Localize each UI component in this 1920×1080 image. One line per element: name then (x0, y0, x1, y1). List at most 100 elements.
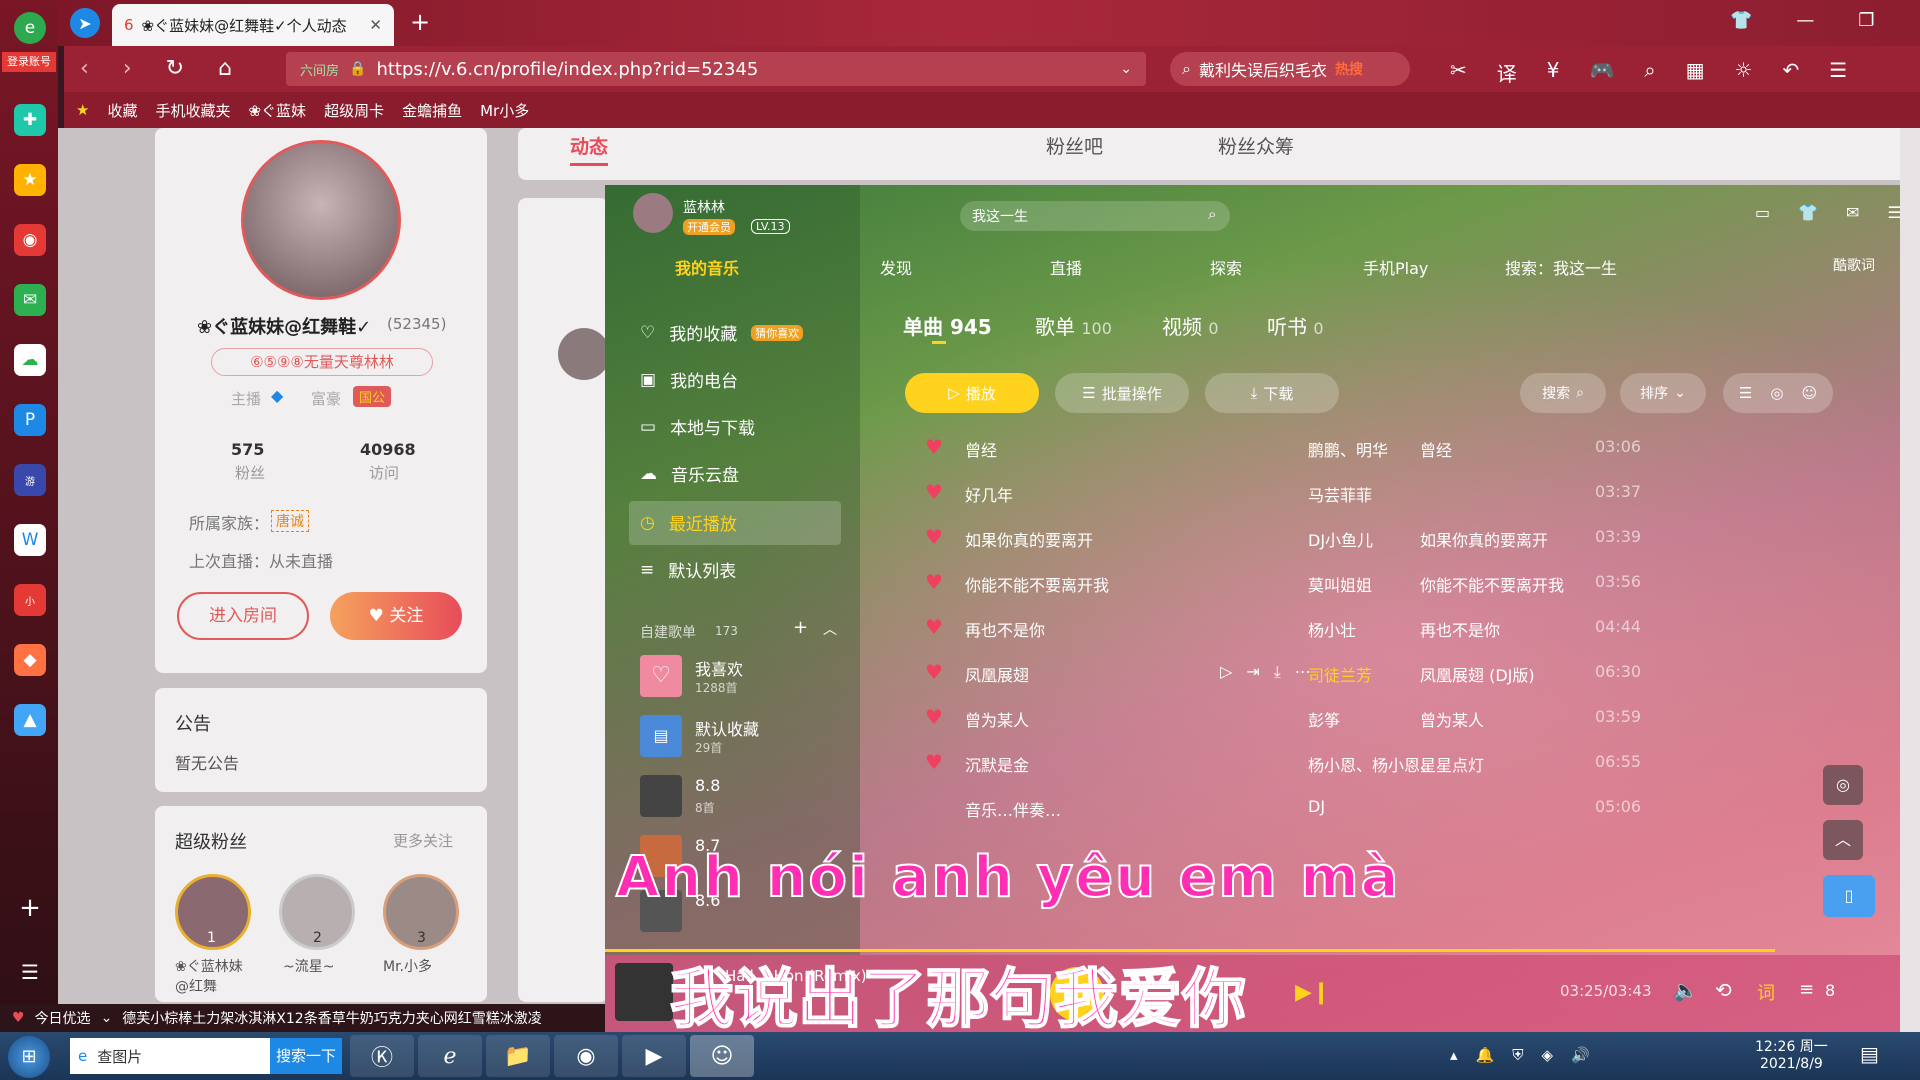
track-album[interactable]: 再也不是你 (1420, 617, 1500, 641)
p-app-icon[interactable]: P (14, 404, 46, 436)
play-all-button[interactable]: ▷ 播放 (905, 373, 1039, 413)
coupon-icon[interactable]: ¥ (1547, 58, 1560, 87)
track-row[interactable]: ♥ 沉默是金 杨小恩、杨小恩、 星星点灯 06:55 (915, 742, 1905, 782)
heart-icon[interactable]: ♥ (925, 480, 943, 504)
playlist-name[interactable]: 8.8 (695, 776, 720, 795)
menu-icon[interactable]: ☰ (1829, 58, 1847, 87)
next-play-icon[interactable]: ⇥ (1246, 662, 1259, 682)
view-switch[interactable]: ☰ ◎ ☺ (1723, 373, 1833, 413)
nav-live[interactable]: 直播 (1050, 255, 1082, 279)
heart-icon[interactable]: ♥ (925, 750, 943, 774)
refresh-icon[interactable]: ↻ (166, 56, 184, 81)
track-artist[interactable]: 鹏鹏、明华 (1308, 437, 1388, 461)
menu-favorites[interactable]: ♡ 我的收藏 猜你喜欢 (640, 320, 804, 345)
back-icon[interactable]: ‹ (80, 56, 89, 81)
taskbar-search[interactable]: e 查图片 (70, 1038, 270, 1074)
desktop-lyric-vietnamese[interactable]: Anh nói anh yêu em mà (615, 844, 1400, 911)
add-icon[interactable]: + (14, 892, 46, 924)
play-icon[interactable]: ▷ (1220, 662, 1232, 682)
game3-icon[interactable]: ▲ (14, 704, 46, 736)
track-row[interactable]: 音乐…伴奏… DJ 05:06 (915, 787, 1905, 827)
browser-search-box[interactable]: ⌕ 戴利失误后织毛衣 热搜 (1170, 52, 1410, 86)
more-follow-link[interactable]: 更多关注 (393, 830, 453, 851)
network-icon[interactable]: ◈ (1541, 1046, 1553, 1064)
start-button[interactable]: ⊞ (8, 1036, 50, 1078)
home-icon[interactable]: ⌂ (218, 56, 232, 81)
scroll-top-icon[interactable]: ︿ (1823, 820, 1863, 860)
volume-icon[interactable]: 🔊 (1571, 1046, 1590, 1064)
clock[interactable]: 12:26 周一 2021/8/9 (1755, 1036, 1828, 1072)
avatar[interactable] (241, 140, 401, 300)
app-icon[interactable]: ☺ (690, 1035, 754, 1077)
ad-text[interactable]: 德芙小棕棒土力架冰淇淋X12条香草牛奶巧克力夹心网红雪糕冰激凌 (122, 1008, 541, 1028)
plugin-icon[interactable]: ✚ (14, 104, 46, 136)
shield-icon[interactable]: ⛨ (1512, 1046, 1523, 1064)
track-artist[interactable]: DJ小鱼儿 (1308, 527, 1373, 551)
playlist-cover-default[interactable]: ▤ (640, 715, 682, 757)
track-artist[interactable]: 彭筝 (1308, 707, 1340, 731)
batch-button[interactable]: ☰ 批量操作 (1055, 373, 1189, 413)
forward-icon[interactable]: › (123, 56, 132, 81)
family-value[interactable]: 唐诚 (271, 510, 309, 532)
notification-icon[interactable]: ▤ (1860, 1042, 1879, 1066)
browser-e-icon[interactable]: e (14, 12, 46, 44)
translate-icon[interactable]: 译 (1497, 58, 1517, 87)
address-bar[interactable]: 六间房 🔒 https://v.6.cn/profile/index.php?r… (286, 52, 1146, 86)
playlist-cover-heart[interactable]: ♡ (640, 655, 682, 697)
close-tab-icon[interactable]: ✕ (369, 16, 382, 34)
bookmark-item[interactable]: 手机收藏夹 (155, 100, 230, 121)
track-album[interactable]: 曾为某人 (1420, 707, 1484, 731)
tab-songs[interactable]: 单曲 945 (903, 311, 992, 340)
tray-arrow-icon[interactable]: ▴ (1450, 1046, 1458, 1064)
list-icon[interactable]: ☰ (14, 956, 46, 988)
follow-button[interactable]: ♥ 关注 (330, 592, 462, 640)
url-text[interactable]: https://v.6.cn/profile/index.php?rid=523… (376, 59, 758, 80)
track-row[interactable]: ♥ 你能不能不要离开我 莫叫姐姐 你能不能不要离开我 03:56 (915, 562, 1905, 602)
queue-icon[interactable]: ≡ (1799, 979, 1814, 1000)
nav-explore[interactable]: 探索 (1210, 255, 1242, 279)
nav-mobile-play[interactable]: 手机Play (1363, 255, 1428, 279)
ie-browser-icon[interactable]: ℯ (418, 1035, 482, 1077)
tab-audiobooks[interactable]: 听书 0 (1267, 311, 1324, 340)
bookmark-item[interactable]: 金蟾捕鱼 (402, 100, 462, 121)
track-row[interactable]: ♥ 曾经 鹏鹏、明华 曾经 03:06 (915, 427, 1905, 467)
folder-icon[interactable]: 📁 (486, 1035, 550, 1077)
taskbar-search-button[interactable]: 搜索一下 (270, 1038, 342, 1074)
maximize-icon[interactable]: ❐ (1858, 10, 1874, 31)
menu-default-list[interactable]: ≡ 默认列表 (640, 557, 736, 583)
bookmark-item[interactable]: Mr小多 (480, 100, 529, 121)
favorites-icon[interactable]: ★ (14, 164, 46, 196)
chevron-down-icon[interactable]: ⌄ (101, 1010, 113, 1026)
bookmark-item[interactable]: ❀ぐ蓝妹 (248, 100, 306, 121)
track-artist[interactable]: 莫叫姐姐 (1308, 572, 1372, 596)
nav-lyrics[interactable]: 酷歌词 (1833, 255, 1875, 275)
heart-icon[interactable]: ♥ (925, 660, 943, 684)
track-row[interactable]: ♥ 如果你真的要离开 DJ小鱼儿 如果你真的要离开 03:39 (915, 517, 1905, 557)
track-album[interactable]: 你能不能不要离开我 (1420, 572, 1564, 596)
nav-search-result[interactable]: 搜索：我这一生 (1505, 255, 1617, 279)
collapse-icon[interactable]: ︿ (823, 619, 837, 639)
browser-tab[interactable]: 6 ❀ぐ蓝妹妹@红舞鞋✓个人动态 ✕ (112, 4, 394, 46)
track-album[interactable]: 曾经 (1420, 437, 1452, 461)
page-scrollbar[interactable] (1900, 128, 1920, 1032)
heart-icon[interactable]: ♥ (925, 525, 943, 549)
heart-icon[interactable]: ♥ (925, 705, 943, 729)
menu-recent[interactable]: ◷ 最近播放 (640, 510, 737, 536)
login-button[interactable]: 登录账号 (2, 52, 56, 72)
game-icon[interactable]: 🎮 (1590, 58, 1615, 87)
mini-mode-icon[interactable]: ▭ (1755, 203, 1770, 222)
game-app-icon[interactable]: 游 (14, 464, 46, 496)
heart-icon[interactable]: ♥ (925, 570, 943, 594)
track-artist[interactable]: 马芸菲菲 (1308, 482, 1372, 506)
sort-button[interactable]: 排序 ⌄ (1620, 373, 1706, 413)
tab-dynamics[interactable]: 动态 (570, 132, 609, 166)
kugou-icon[interactable]: Ⓚ (350, 1035, 414, 1077)
taskbar-search-text[interactable]: 查图片 (97, 1046, 142, 1067)
brightness-icon[interactable]: ☼ (1735, 58, 1753, 87)
list-view-icon[interactable]: ☰ (1739, 384, 1752, 402)
mail-icon[interactable]: ✉ (14, 284, 46, 316)
bookmark-item[interactable]: 超级周卡 (324, 100, 384, 121)
skin-icon[interactable]: 👕 (1798, 203, 1818, 222)
track-row[interactable]: ♥ 曾为某人 彭筝 曾为某人 03:59 (915, 697, 1905, 737)
repeat-icon[interactable]: ⟲ (1715, 978, 1732, 1002)
